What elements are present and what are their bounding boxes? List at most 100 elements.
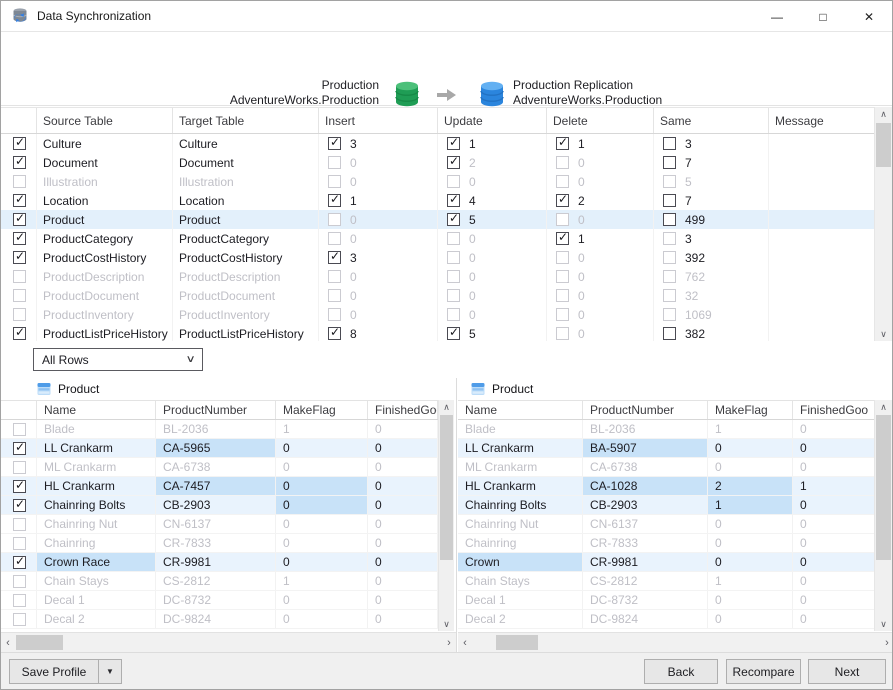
- source-record-row[interactable]: HL CrankarmCA-745700: [1, 477, 438, 496]
- sync-grid-vertical-scrollbar[interactable]: ∧ ∨: [874, 107, 892, 341]
- scroll-left-icon[interactable]: ‹: [458, 633, 472, 652]
- sync-table-row[interactable]: IllustrationIllustration0005: [1, 172, 876, 191]
- target-records-horizontal-scrollbar[interactable]: ‹ ›: [458, 632, 893, 652]
- next-button[interactable]: Next: [808, 659, 886, 684]
- scroll-up-icon[interactable]: ∧: [875, 107, 892, 121]
- scroll-right-icon[interactable]: ›: [442, 633, 456, 652]
- target-table-cell: ProductInventory: [173, 305, 319, 324]
- row-checkbox[interactable]: [13, 442, 26, 455]
- scrollbar-thumb[interactable]: [16, 635, 63, 650]
- scrollbar-thumb[interactable]: [496, 635, 538, 650]
- sync-table-row[interactable]: ProductDescriptionProductDescription0007…: [1, 267, 876, 286]
- save-profile-dropdown-arrow[interactable]: ▼: [98, 660, 121, 683]
- same-cell: 382: [654, 324, 769, 341]
- sync-table-row[interactable]: ProductCostHistoryProductCostHistory3003…: [1, 248, 876, 267]
- source-record-row[interactable]: Decal 1DC-873200: [1, 591, 438, 610]
- row-checkbox[interactable]: [13, 213, 26, 226]
- save-profile-button[interactable]: Save Profile ▼: [9, 659, 122, 684]
- source-record-row[interactable]: Chainring BoltsCB-290300: [1, 496, 438, 515]
- insert-checkbox[interactable]: [328, 137, 341, 150]
- sync-table-row[interactable]: ProductProduct050499: [1, 210, 876, 229]
- source-record-row[interactable]: LL CrankarmCA-596500: [1, 439, 438, 458]
- scrollbar-thumb[interactable]: [440, 415, 453, 560]
- target-records-vertical-scrollbar[interactable]: ∧ ∨: [874, 400, 892, 631]
- sync-table-row[interactable]: ProductListPriceHistoryProductListPriceH…: [1, 324, 876, 341]
- source-record-row[interactable]: Chain StaysCS-281210: [1, 572, 438, 591]
- sync-table-row[interactable]: CultureCulture3113: [1, 134, 876, 153]
- target-records-header: NameProductNumberMakeFlagFinishedGoo: [458, 400, 876, 420]
- source-record-row[interactable]: Crown RaceCR-998100: [1, 553, 438, 572]
- insert-cell: 0: [319, 172, 438, 191]
- scrollbar-thumb[interactable]: [876, 415, 891, 560]
- row-checkbox[interactable]: [13, 251, 26, 264]
- source-record-row[interactable]: Decal 2DC-982400: [1, 610, 438, 629]
- close-button[interactable]: ✕: [846, 1, 892, 32]
- source-records-vertical-scrollbar[interactable]: ∧ ∨: [438, 400, 454, 631]
- minimize-button[interactable]: —: [754, 1, 800, 32]
- scroll-up-icon[interactable]: ∧: [875, 400, 892, 414]
- row-checkbox[interactable]: [13, 194, 26, 207]
- scrollbar-thumb[interactable]: [876, 123, 891, 167]
- row-checkbox[interactable]: [13, 480, 26, 493]
- target-record-row[interactable]: Chainring BoltsCB-290310: [458, 496, 876, 515]
- sync-table-row[interactable]: ProductCategoryProductCategory0013: [1, 229, 876, 248]
- same-checkbox[interactable]: [663, 213, 676, 226]
- scroll-down-icon[interactable]: ∨: [439, 617, 454, 631]
- scroll-up-icon[interactable]: ∧: [439, 400, 454, 414]
- delete-checkbox[interactable]: [556, 232, 569, 245]
- target-record-row[interactable]: ML CrankarmCA-673800: [458, 458, 876, 477]
- row-checkbox[interactable]: [13, 327, 26, 340]
- name-cell: Blade: [458, 420, 583, 438]
- sync-table-row[interactable]: LocationLocation1427: [1, 191, 876, 210]
- insert-checkbox[interactable]: [328, 194, 341, 207]
- target-record-row[interactable]: HL CrankarmCA-102821: [458, 477, 876, 496]
- source-record-row[interactable]: ChainringCR-783300: [1, 534, 438, 553]
- source-records-horizontal-scrollbar[interactable]: ‹ ›: [1, 632, 456, 652]
- same-checkbox[interactable]: [663, 137, 676, 150]
- finishedgoo-cell: 0: [793, 534, 876, 552]
- target-record-row[interactable]: BladeBL-203610: [458, 420, 876, 439]
- target-record-row[interactable]: Chain StaysCS-281210: [458, 572, 876, 591]
- row-select-cell: [1, 458, 37, 476]
- source-record-row[interactable]: BladeBL-203610: [1, 420, 438, 439]
- row-checkbox[interactable]: [13, 156, 26, 169]
- same-checkbox[interactable]: [663, 327, 676, 340]
- same-checkbox[interactable]: [663, 156, 676, 169]
- source-record-row[interactable]: Chainring NutCN-613700: [1, 515, 438, 534]
- insert-checkbox[interactable]: [328, 251, 341, 264]
- source-table-cell: Location: [37, 191, 173, 210]
- update-checkbox[interactable]: [447, 213, 460, 226]
- target-record-row[interactable]: CrownCR-998100: [458, 553, 876, 572]
- update-checkbox[interactable]: [447, 156, 460, 169]
- target-record-row[interactable]: Decal 2DC-982400: [458, 610, 876, 629]
- target-record-row[interactable]: ChainringCR-783300: [458, 534, 876, 553]
- same-checkbox[interactable]: [663, 194, 676, 207]
- update-checkbox[interactable]: [447, 327, 460, 340]
- sync-table-row[interactable]: DocumentDocument0207: [1, 153, 876, 172]
- update-checkbox[interactable]: [447, 137, 460, 150]
- source-table-cell: Culture: [37, 134, 173, 153]
- scroll-left-icon[interactable]: ‹: [1, 633, 15, 652]
- scroll-down-icon[interactable]: ∨: [875, 617, 892, 631]
- target-record-row[interactable]: Decal 1DC-873200: [458, 591, 876, 610]
- scroll-down-icon[interactable]: ∨: [875, 327, 892, 341]
- sync-table-row[interactable]: ProductDocumentProductDocument00032: [1, 286, 876, 305]
- back-button[interactable]: Back: [644, 659, 718, 684]
- row-checkbox[interactable]: [13, 499, 26, 512]
- sync-table-row[interactable]: ProductInventoryProductInventory0001069: [1, 305, 876, 324]
- target-record-row[interactable]: LL CrankarmBA-590700: [458, 439, 876, 458]
- delete-checkbox[interactable]: [556, 137, 569, 150]
- target-record-row[interactable]: Chainring NutCN-613700: [458, 515, 876, 534]
- update-checkbox[interactable]: [447, 194, 460, 207]
- recompare-button[interactable]: Recompare: [726, 659, 801, 684]
- row-checkbox[interactable]: [13, 232, 26, 245]
- rows-filter-dropdown[interactable]: All Rows ∨: [33, 348, 203, 371]
- scroll-right-icon[interactable]: ›: [880, 633, 893, 652]
- message-cell: [769, 267, 876, 286]
- insert-checkbox[interactable]: [328, 327, 341, 340]
- source-record-row[interactable]: ML CrankarmCA-673800: [1, 458, 438, 477]
- row-checkbox[interactable]: [13, 137, 26, 150]
- maximize-button[interactable]: □: [800, 1, 846, 32]
- delete-checkbox[interactable]: [556, 194, 569, 207]
- row-checkbox[interactable]: [13, 556, 26, 569]
